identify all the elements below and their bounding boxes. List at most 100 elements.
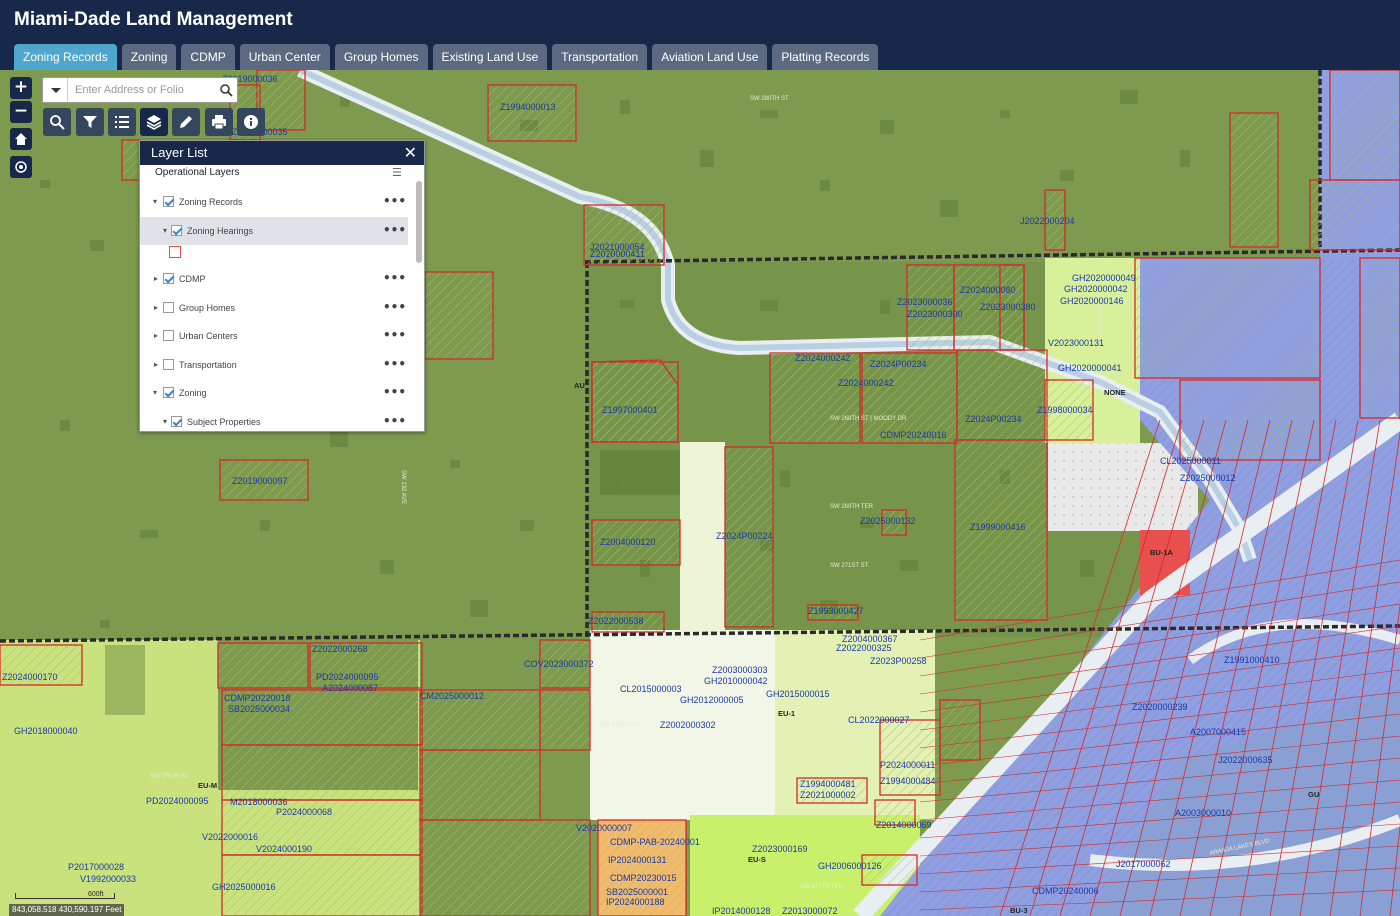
case-number-label[interactable]: Z1994000013	[500, 102, 556, 112]
case-number-label[interactable]: CL2015000003	[620, 684, 682, 694]
case-number-label[interactable]: GH2012000005	[680, 695, 744, 705]
search-input[interactable]	[69, 78, 215, 102]
case-number-label[interactable]: J2022000635	[1218, 755, 1273, 765]
case-number-label[interactable]: Z2014000069	[876, 820, 932, 830]
home-button[interactable]	[10, 128, 32, 150]
case-number-label[interactable]: Z2021000002	[800, 790, 856, 800]
case-number-label[interactable]: P2024000068	[276, 807, 332, 817]
tab-transportation[interactable]: Transportation	[552, 44, 648, 70]
parcel-outline[interactable]	[1309, 179, 1400, 251]
collapse-caret-icon[interactable]: ▾	[163, 226, 167, 235]
case-number-label[interactable]: M2018000036	[230, 797, 288, 807]
case-number-label[interactable]: Z2022000325	[836, 643, 892, 653]
search-tool-button[interactable]	[43, 108, 71, 136]
collapse-caret-icon[interactable]: ▾	[153, 388, 157, 397]
case-number-label[interactable]: Z2013000072	[782, 906, 838, 916]
filter-tool-button[interactable]	[76, 108, 104, 136]
layer-item-zoning-records[interactable]: ▾ Zoning Records •••	[140, 188, 408, 216]
layer-more-button[interactable]: •••	[383, 194, 406, 208]
case-number-label[interactable]: A2024000087	[322, 683, 378, 693]
case-number-label[interactable]: Z2024P00234	[965, 414, 1022, 424]
layer-visibility-checkbox[interactable]	[171, 416, 182, 427]
parcel-outline[interactable]	[487, 84, 577, 142]
case-number-label[interactable]: Z2024P00224	[716, 531, 773, 541]
case-number-label[interactable]: Z2023P00258	[870, 656, 927, 666]
layers-tool-button[interactable]	[140, 108, 168, 136]
legend-tool-button[interactable]	[108, 108, 136, 136]
case-number-label[interactable]: Z2024000080	[960, 285, 1016, 295]
case-number-label[interactable]: CDMP20240016	[880, 430, 947, 440]
case-number-label[interactable]: IP2024000188	[606, 897, 665, 907]
case-number-label[interactable]: CDMP20220018	[224, 693, 291, 703]
draw-tool-button[interactable]	[172, 108, 200, 136]
layer-item-transportation[interactable]: ▸ Transportation •••	[140, 351, 408, 379]
case-number-label[interactable]: CL2022000027	[848, 715, 910, 725]
case-number-label[interactable]: Z2019000097	[232, 476, 288, 486]
case-number-label[interactable]: CDMP-PAB-20240001	[610, 837, 700, 847]
collapse-caret-icon[interactable]: ▾	[163, 417, 167, 426]
case-number-label[interactable]: CDMP20240006	[1032, 886, 1099, 896]
case-number-label[interactable]: V2020000007	[576, 823, 632, 833]
layer-more-button[interactable]: •••	[383, 271, 406, 285]
tab-existing-land-use[interactable]: Existing Land Use	[432, 44, 548, 70]
collapse-caret-icon[interactable]: ▾	[153, 197, 157, 206]
layer-list-scrollbar[interactable]	[416, 181, 422, 263]
tab-aviation-land-use[interactable]: Aviation Land Use	[652, 44, 768, 70]
layer-visibility-checkbox[interactable]	[163, 359, 174, 370]
case-number-label[interactable]: Z2024000242	[838, 378, 894, 388]
layer-more-button[interactable]: •••	[383, 385, 406, 399]
parcel-outline[interactable]	[121, 139, 141, 181]
parcel-outline[interactable]	[956, 349, 1048, 441]
parcel-outline[interactable]	[1229, 112, 1279, 248]
parcel-outline[interactable]	[419, 819, 591, 916]
layer-visibility-checkbox[interactable]	[163, 387, 174, 398]
case-number-label[interactable]: Z1991000410	[1224, 655, 1280, 665]
case-number-label[interactable]: GH2025000016	[212, 882, 276, 892]
expand-caret-icon[interactable]: ▸	[154, 360, 158, 369]
case-number-label[interactable]: SB2025000001	[606, 887, 668, 897]
case-number-label[interactable]: GH2020000041	[1058, 363, 1122, 373]
case-number-label[interactable]: Z1998000034	[1037, 405, 1093, 415]
case-number-label[interactable]: Z2024000242	[795, 353, 851, 363]
parcel-outline[interactable]	[221, 744, 423, 801]
layer-item-zoning-hearings[interactable]: ▾ Zoning Hearings •••	[140, 217, 408, 245]
case-number-label[interactable]: Z1994000481	[800, 779, 856, 789]
case-number-label[interactable]: GH2020000049	[1072, 273, 1136, 283]
parcel-outline[interactable]	[1134, 257, 1321, 379]
case-number-label[interactable]: Z2025000132	[860, 516, 916, 526]
case-number-label[interactable]: SB2025000034	[228, 704, 290, 714]
layer-more-button[interactable]: •••	[383, 223, 406, 237]
case-number-label[interactable]: Z2023000380	[980, 302, 1036, 312]
layer-more-button[interactable]: •••	[383, 328, 406, 342]
parcel-outline[interactable]	[939, 699, 981, 761]
parcel-outline[interactable]	[769, 352, 861, 444]
case-number-label[interactable]: P2024000011	[880, 760, 935, 770]
layer-more-button[interactable]: •••	[383, 300, 406, 314]
layer-more-button[interactable]: •••	[383, 414, 406, 428]
parcel-outline[interactable]	[1329, 70, 1400, 181]
layer-item-urban-centers[interactable]: ▸ Urban Centers •••	[140, 322, 408, 350]
case-number-label[interactable]: PD2024000095	[316, 672, 379, 682]
case-number-label[interactable]: Z1997000401	[602, 405, 658, 415]
case-number-label[interactable]: A2007000415	[1190, 727, 1246, 737]
case-number-label[interactable]: Z1993000427	[808, 606, 864, 616]
case-number-label[interactable]: Z1994000484	[880, 776, 936, 786]
layer-more-button[interactable]: •••	[383, 357, 406, 371]
layer-item-cdmp[interactable]: ▸ CDMP •••	[140, 265, 408, 293]
parcel-outline[interactable]	[906, 264, 955, 351]
tab-cdmp[interactable]: CDMP	[181, 44, 235, 70]
case-number-label[interactable]: Z2002000302	[660, 720, 716, 730]
case-number-label[interactable]: GH2006000126	[818, 861, 882, 871]
layer-visibility-checkbox[interactable]	[163, 196, 174, 207]
case-number-label[interactable]: V2024000190	[256, 844, 312, 854]
case-number-label[interactable]: A2003000010	[1175, 808, 1231, 818]
expand-caret-icon[interactable]: ▸	[154, 303, 158, 312]
parcel-outline[interactable]	[424, 271, 494, 360]
case-number-label[interactable]: CDMP20230015	[610, 873, 677, 883]
case-number-label[interactable]: IP2024000131	[608, 855, 667, 865]
case-number-label[interactable]: GH2015000015	[766, 689, 830, 699]
case-number-label[interactable]: Z2020000411	[590, 249, 645, 259]
tab-zoning[interactable]: Zoning	[121, 44, 177, 70]
case-number-label[interactable]: V2023000131	[1048, 338, 1104, 348]
search-source-dropdown[interactable]	[43, 78, 68, 102]
